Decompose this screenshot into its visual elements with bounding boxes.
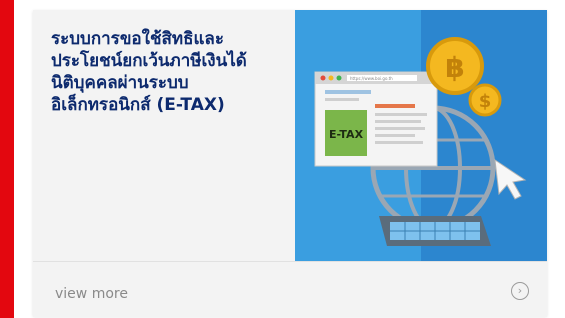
chevron-right-icon[interactable]: › [511, 282, 529, 300]
card-footer: view more › [33, 261, 547, 317]
card-illustration[interactable]: https://www.boi.go.th E-TAX ฿ $ [295, 10, 547, 261]
etax-illustration: https://www.boi.go.th E-TAX ฿ $ [295, 10, 547, 261]
accent-bar [0, 0, 14, 318]
keyboard-icon [379, 216, 491, 246]
dollar-coin-icon: $ [468, 83, 502, 117]
etax-badge-text: E-TAX [329, 128, 364, 141]
baht-symbol: ฿ [445, 51, 464, 84]
dollar-symbol: $ [479, 91, 492, 112]
service-card[interactable]: ระบบการขอใช้สิทธิและประโยชน์ยกเว้นภาษีเง… [33, 10, 547, 317]
baht-coin-icon: ฿ [426, 37, 484, 95]
address-bar-text: https://www.boi.go.th [350, 76, 393, 81]
view-more-link[interactable]: view more [55, 286, 128, 302]
card-title[interactable]: ระบบการขอใช้สิทธิและประโยชน์ยกเว้นภาษีเง… [51, 28, 281, 116]
browser-window: https://www.boi.go.th E-TAX [314, 71, 438, 167]
